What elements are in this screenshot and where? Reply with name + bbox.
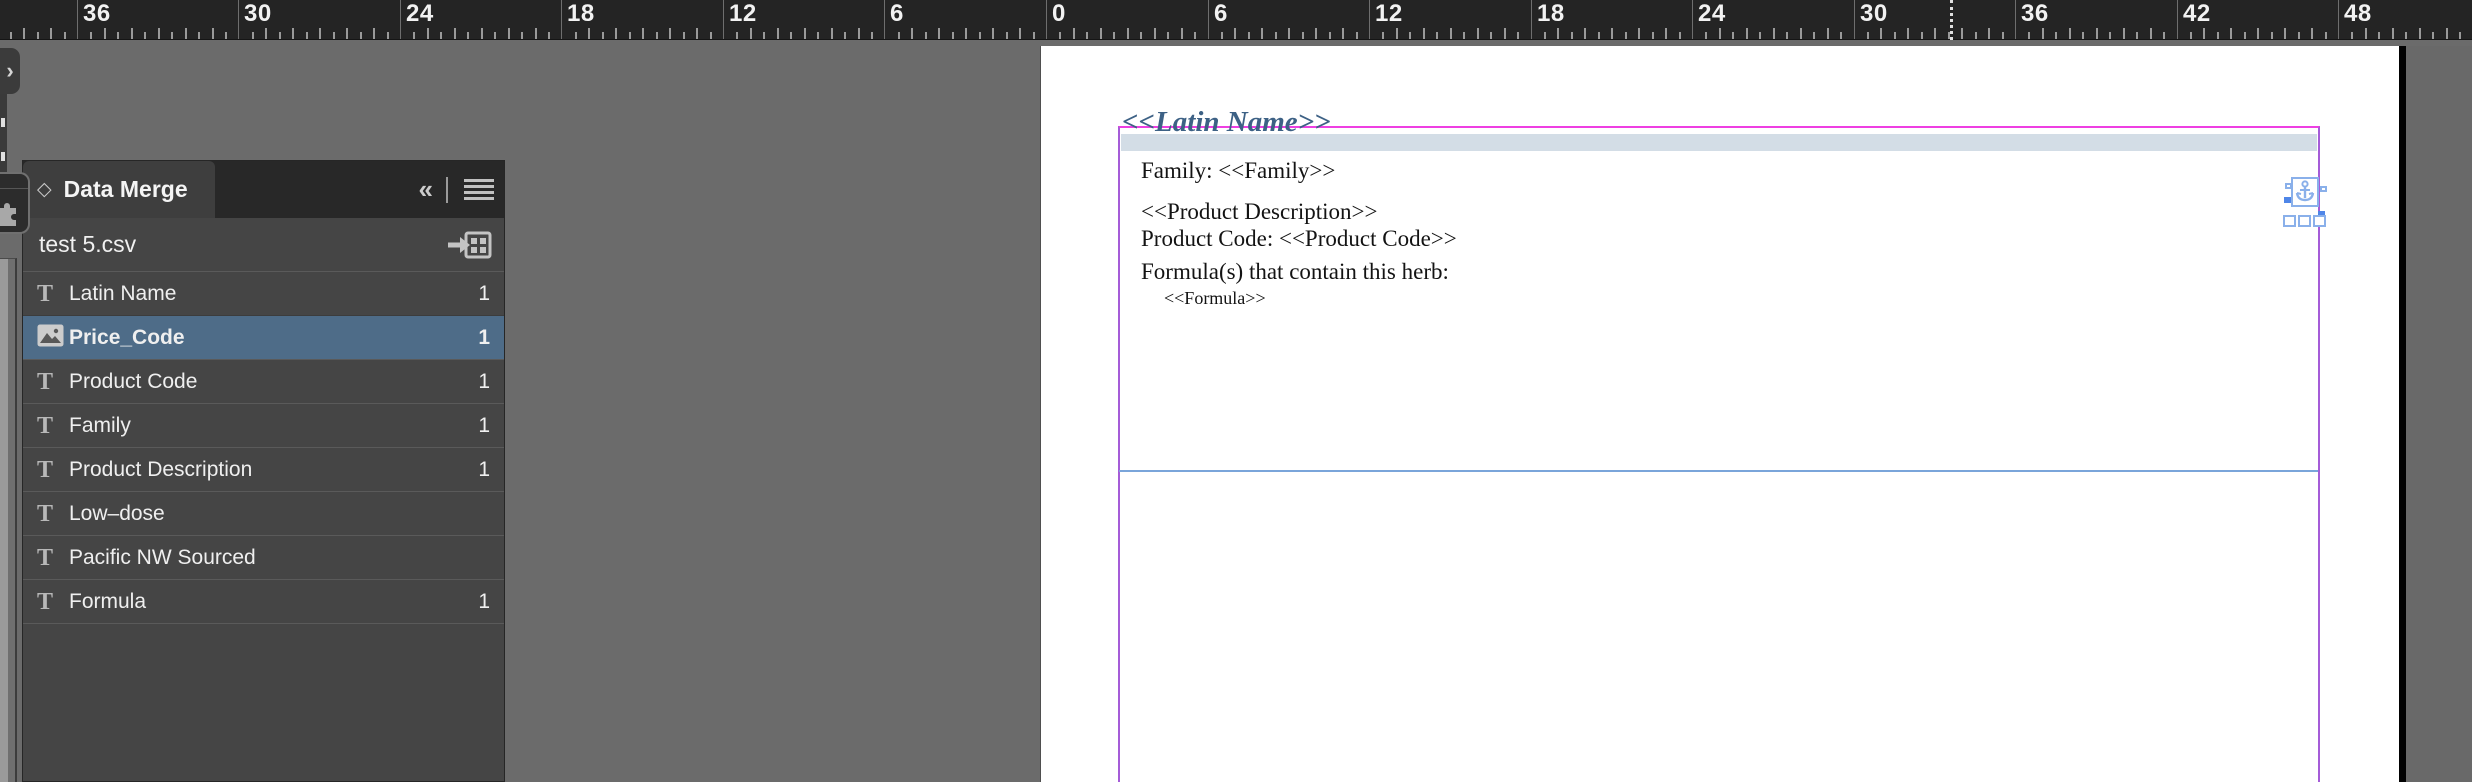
text-field-icon: T <box>37 412 54 439</box>
latin-name-placeholder[interactable]: <<Latin Name>> <box>1122 106 1331 139</box>
puzzle-icon <box>0 203 16 226</box>
field-label: Low–dose <box>69 501 165 525</box>
horizontal-ruler[interactable]: 36 30 24 18 12 6 0 6 12 18 24 30 36 42 48 <box>0 0 2472 40</box>
horizontal-guide[interactable] <box>1119 470 2318 472</box>
anchor-icon[interactable] <box>2291 177 2319 207</box>
anchor-handle-sq3[interactable] <box>2313 215 2326 227</box>
dock-mark-icon <box>1 118 5 127</box>
field-label: Formula <box>69 589 147 613</box>
panel-header: ◇ Data Merge « <box>23 161 504 218</box>
update-data-source-icon[interactable] <box>446 229 492 261</box>
product-code-line[interactable]: Product Code: <<Product Code>> <box>1141 226 1457 252</box>
field-label: Product Description <box>69 457 253 481</box>
field-count: 1 <box>478 413 490 437</box>
indesign-workspace: <<Latin Name>> Family: <<Family>> <<Prod… <box>0 0 2472 782</box>
text-field-icon: T <box>37 500 54 527</box>
field-row-latin-name[interactable]: T Latin Name 1 <box>23 271 504 315</box>
plugins-dock-button[interactable] <box>0 172 30 234</box>
data-source-filename: test 5.csv <box>39 231 137 257</box>
page-edge-shadow <box>2399 46 2406 782</box>
field-row-low-dose[interactable]: T Low–dose <box>23 491 504 535</box>
field-count: 1 <box>478 281 490 305</box>
text-field-icon: T <box>37 280 54 307</box>
field-row-product-code[interactable]: T Product Code 1 <box>23 359 504 403</box>
list-end-separator <box>23 623 504 624</box>
collapse-panel-icon[interactable]: « <box>419 174 434 205</box>
expand-dock-button[interactable]: › <box>0 48 20 94</box>
field-count: 1 <box>478 457 490 481</box>
family-line[interactable]: Family: <<Family>> <box>1141 158 1335 184</box>
data-source-row: test 5.csv <box>23 218 504 271</box>
text-field-icon: T <box>37 368 54 395</box>
field-label: Pacific NW Sourced <box>69 545 256 569</box>
field-list: T Latin Name 1 Price_Code 1 T Product Co… <box>23 271 504 624</box>
dock-divider <box>0 188 28 189</box>
field-row-product-description[interactable]: T Product Description 1 <box>23 447 504 491</box>
field-label: Family <box>69 413 131 437</box>
collapsed-dock-strip[interactable] <box>0 94 7 172</box>
tab-data-merge[interactable]: ◇ Data Merge <box>23 161 215 218</box>
field-label: Latin Name <box>69 281 177 305</box>
pasteboard-right <box>2406 46 2472 782</box>
field-row-family[interactable]: T Family 1 <box>23 403 504 447</box>
text-field-icon: T <box>37 456 54 483</box>
panel-menu-icon[interactable] <box>464 179 494 200</box>
anchored-object-adornment[interactable] <box>2282 176 2328 230</box>
dock-edge-strip <box>0 258 17 782</box>
anchor-handle-outline-right[interactable] <box>2320 186 2327 192</box>
anchor-handle-sq1[interactable] <box>2283 215 2296 227</box>
panel-cycle-icon: ◇ <box>37 179 52 200</box>
chevron-right-icon: › <box>6 58 14 83</box>
anchor-handle-sq2[interactable] <box>2298 215 2311 227</box>
field-count: 1 <box>478 325 490 349</box>
text-field-icon: T <box>37 588 54 615</box>
field-row-price-code[interactable]: Price_Code 1 <box>23 315 504 359</box>
text-field-icon: T <box>37 544 54 571</box>
field-label: Price_Code <box>69 325 185 349</box>
image-field-icon <box>37 324 67 352</box>
header-separator <box>446 176 448 203</box>
field-count: 1 <box>478 369 490 393</box>
data-merge-panel: ◇ Data Merge « test 5.csv T Latin Name 1… <box>22 160 505 782</box>
field-label: Product Code <box>69 369 198 393</box>
field-row-pacific-nw-sourced[interactable]: T Pacific NW Sourced <box>23 535 504 579</box>
dock-mark-icon <box>1 152 5 161</box>
formula-placeholder[interactable]: <<Formula>> <box>1164 288 1266 309</box>
page-edge-marker <box>1950 0 1953 40</box>
anchor-glyph <box>2295 180 2315 202</box>
field-row-formula[interactable]: T Formula 1 <box>23 579 504 623</box>
formula-heading[interactable]: Formula(s) that contain this herb: <box>1141 259 1449 285</box>
panel-title: Data Merge <box>63 176 188 202</box>
product-description-placeholder[interactable]: <<Product Description>> <box>1141 199 1378 225</box>
field-count: 1 <box>478 589 490 613</box>
